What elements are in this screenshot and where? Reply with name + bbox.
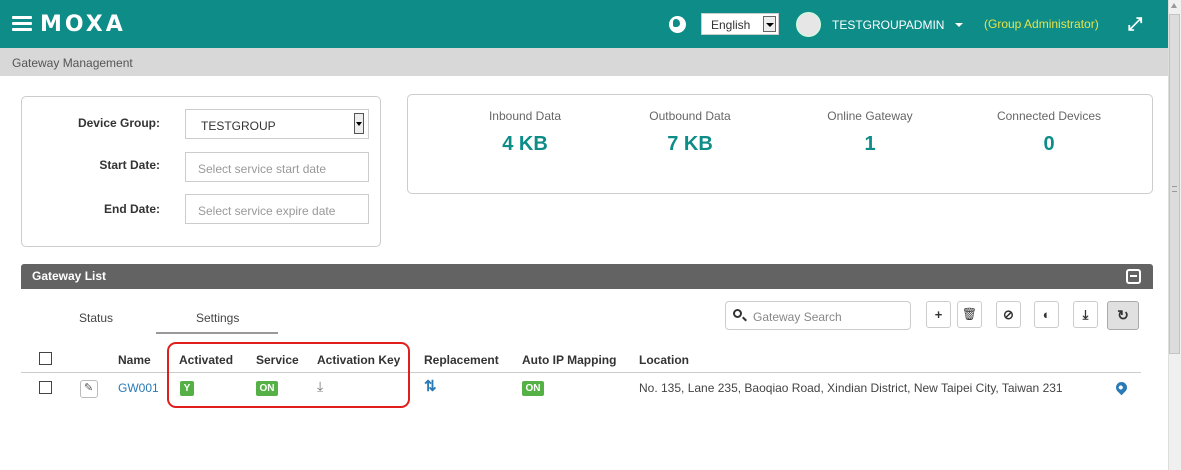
stat-label: Connected Devices	[996, 109, 1102, 123]
tab-settings[interactable]: Settings	[196, 311, 239, 325]
stat-online-gateway: Online Gateway 1	[770, 109, 970, 156]
moxa-logo: MOXA	[40, 12, 126, 37]
column-header-replacement[interactable]: Replacement	[424, 353, 499, 367]
user-role-label: (Group Administrator)	[984, 17, 1099, 31]
device-group-select[interactable]: TESTGROUP	[185, 109, 369, 139]
plus-icon: +	[934, 307, 943, 322]
select-all-checkbox[interactable]	[39, 352, 52, 365]
trash-icon: 🗑	[961, 307, 978, 321]
refresh-button[interactable]: ↻	[1107, 301, 1139, 330]
start-date-label: Start Date:	[99, 158, 160, 172]
search-icon	[733, 309, 742, 318]
start-date-input[interactable]: Select service start date	[185, 152, 369, 182]
location-text: No. 135, Lane 235, Baoqiao Road, Xindian…	[639, 381, 1063, 395]
disable-icon: ⊘	[1003, 307, 1014, 322]
toggle-button[interactable]: ◐	[1034, 301, 1059, 328]
disable-button[interactable]: ⊘	[996, 301, 1021, 328]
collapse-icon[interactable]	[1126, 269, 1141, 284]
delete-button[interactable]: 🗑	[957, 301, 982, 328]
refresh-icon: ↻	[1117, 307, 1129, 323]
scrollbar-thumb[interactable]	[1169, 14, 1180, 354]
column-header-name[interactable]: Name	[118, 353, 151, 367]
stat-label: Outbound Data	[649, 109, 731, 123]
stat-value: 1	[864, 133, 876, 155]
gateway-list-header: Gateway List	[21, 264, 1153, 289]
gateway-name-link[interactable]: GW001	[118, 381, 159, 395]
device-group-label: Device Group:	[77, 116, 160, 130]
language-select[interactable]: English	[701, 13, 779, 35]
expand-icon[interactable]: ⤢	[1128, 14, 1148, 34]
stat-label: Online Gateway	[827, 109, 913, 123]
scroll-up-arrow-icon[interactable]	[1171, 3, 1177, 8]
gateway-list-title: Gateway List	[32, 269, 107, 283]
row-checkbox[interactable]	[39, 381, 52, 394]
add-gateway-button[interactable]: +	[926, 301, 951, 328]
language-value: English	[711, 18, 751, 32]
toggle-icon: ◐	[1042, 307, 1051, 322]
chevron-down-icon	[763, 16, 776, 32]
globe-icon	[669, 16, 686, 33]
stats-panel: Inbound Data 4 KB Outbound Data 7 KB Onl…	[407, 94, 1153, 194]
stat-value: 0	[1043, 133, 1055, 155]
active-tab-indicator	[156, 332, 278, 334]
auto-ip-mapping-badge[interactable]: ON	[522, 381, 544, 396]
download-icon: ⤓	[1082, 307, 1089, 322]
swap-icon[interactable]: ⇅	[424, 377, 437, 395]
highlight-box	[167, 342, 410, 408]
end-date-input[interactable]: Select service expire date	[185, 194, 369, 224]
tab-status[interactable]: Status	[79, 311, 113, 325]
end-date-label: End Date:	[103, 202, 160, 216]
stat-connected-devices: Connected Devices 0	[949, 109, 1149, 156]
edit-icon[interactable]	[80, 380, 98, 398]
scrollbar-grip-icon	[1172, 186, 1177, 192]
user-menu-button[interactable]: TESTGROUPADMIN	[832, 18, 944, 32]
column-header-auto-ip-mapping[interactable]: Auto IP Mapping	[522, 353, 616, 367]
map-pin-icon[interactable]	[1113, 379, 1130, 396]
download-button[interactable]: ⤓	[1073, 301, 1098, 328]
hamburger-menu-icon[interactable]	[12, 16, 32, 32]
top-navbar: MOXA English TESTGROUPADMIN (Group Admin…	[0, 0, 1168, 48]
stat-value: 7 KB	[667, 133, 713, 155]
gateway-search-input[interactable]: Gateway Search	[725, 301, 911, 330]
breadcrumb: Gateway Management	[12, 56, 133, 70]
chevron-down-icon[interactable]	[955, 23, 963, 27]
avatar[interactable]	[796, 12, 821, 37]
chevron-down-icon	[354, 113, 364, 134]
filter-panel: Device Group: TESTGROUP Start Date: Sele…	[21, 96, 381, 247]
column-header-location[interactable]: Location	[639, 353, 689, 367]
breadcrumb-bar: Gateway Management	[0, 48, 1168, 76]
device-group-value: TESTGROUP	[201, 119, 276, 133]
stat-outbound-data: Outbound Data 7 KB	[590, 109, 790, 156]
